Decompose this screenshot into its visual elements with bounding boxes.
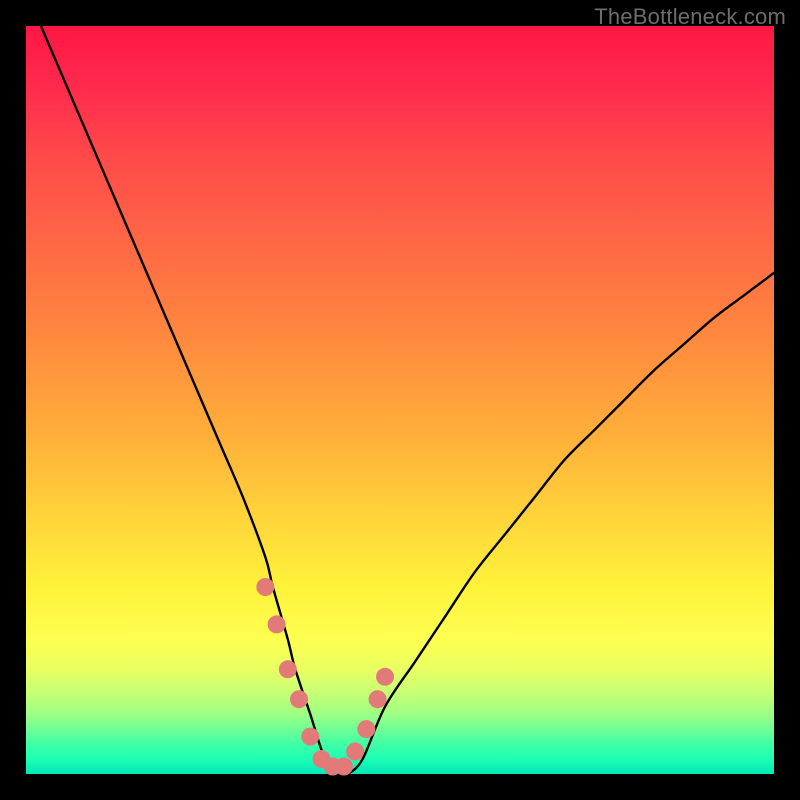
highlight-dot [376, 668, 394, 686]
highlight-dot [357, 720, 375, 738]
curve-layer [26, 26, 774, 774]
watermark-text: TheBottleneck.com [594, 4, 786, 30]
plot-area [26, 26, 774, 774]
highlight-dot [268, 615, 286, 633]
highlight-dot [256, 578, 274, 596]
bottleneck-curve [41, 26, 774, 776]
highlight-dot [290, 690, 308, 708]
highlight-dot [369, 690, 387, 708]
highlight-dots [256, 578, 394, 776]
highlight-dot [301, 728, 319, 746]
highlight-dot [335, 758, 353, 776]
highlight-dot [279, 660, 297, 678]
chart-frame: TheBottleneck.com [0, 0, 800, 800]
highlight-dot [346, 743, 364, 761]
